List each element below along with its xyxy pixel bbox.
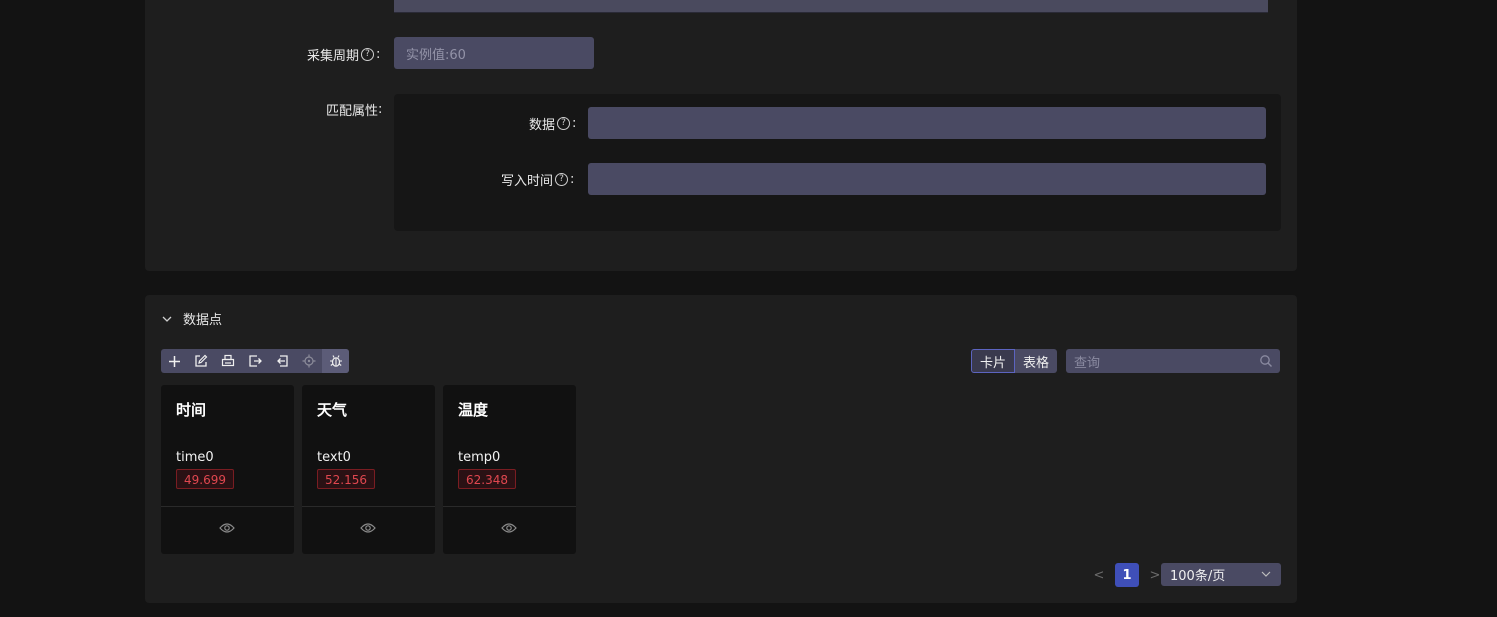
search-input[interactable]: 查询 — [1066, 349, 1280, 373]
card-field: temp0 — [458, 450, 501, 465]
collect-period-placeholder: 实例值:60 — [406, 47, 466, 63]
page-size-value: 100条/页 — [1170, 569, 1226, 584]
chevron-down-icon — [1261, 571, 1271, 577]
table-view-button[interactable]: 表格 — [1015, 349, 1057, 373]
card-title: 天气 — [317, 401, 348, 419]
write-time-input[interactable] — [588, 163, 1266, 195]
data-input[interactable] — [588, 107, 1266, 139]
next-page-button[interactable]: > — [1149, 568, 1161, 583]
collect-period-label: 采集周期 ? : — [307, 47, 381, 64]
datapoint-card[interactable]: 温度 temp0 62.348 — [443, 385, 576, 554]
card-value: 52.156 — [317, 469, 375, 489]
write-time-label: 写入时间 ? : — [501, 172, 575, 189]
section-title: 数据点 — [183, 313, 223, 328]
card-field: time0 — [176, 450, 214, 465]
help-icon[interactable]: ? — [557, 117, 571, 130]
locate-icon[interactable] — [295, 349, 322, 373]
search-icon[interactable] — [1259, 354, 1273, 368]
datapoint-toolbar — [161, 349, 350, 373]
eye-icon[interactable] — [219, 522, 235, 534]
card-divider — [161, 506, 294, 507]
datapoint-card[interactable]: 天气 text0 52.156 — [302, 385, 435, 554]
match-attr-label: 匹配属性 : — [326, 102, 383, 119]
plus-icon[interactable] — [161, 349, 188, 373]
export-icon[interactable] — [242, 349, 269, 373]
help-icon[interactable]: ? — [555, 173, 569, 186]
section-header[interactable]: 数据点 — [161, 309, 222, 328]
import-icon[interactable] — [268, 349, 295, 373]
datapoint-card[interactable]: 时间 time0 49.699 — [161, 385, 294, 554]
card-title: 温度 — [458, 401, 489, 419]
eye-icon[interactable] — [360, 522, 376, 534]
pagination: < 1 > — [1093, 563, 1161, 587]
card-value: 49.699 — [176, 469, 234, 489]
search-placeholder: 查询 — [1074, 355, 1101, 371]
view-toggle: 卡片 表格 — [971, 349, 1058, 373]
data-label: 数据 ? : — [529, 116, 577, 133]
card-value: 62.348 — [458, 469, 516, 489]
card-divider — [443, 506, 576, 507]
page-size-select[interactable]: 100条/页 — [1161, 563, 1281, 586]
bug-icon[interactable] — [322, 349, 350, 373]
eye-icon[interactable] — [501, 522, 517, 534]
card-field: text0 — [317, 450, 351, 465]
prev-page-button[interactable]: < — [1093, 568, 1105, 583]
match-attr-box: 数据 ? : 写入时间 ? : — [394, 94, 1281, 231]
help-icon[interactable]: ? — [361, 48, 375, 61]
page-number-button[interactable]: 1 — [1115, 563, 1139, 587]
card-divider — [302, 506, 435, 507]
datapoints-panel: 数据点 卡片 表格 查询 时间 time0 49.699 天气 text0 52… — [145, 295, 1297, 603]
collect-period-input[interactable]: 实例值:60 — [394, 37, 594, 69]
chevron-down-icon[interactable] — [161, 313, 173, 325]
config-panel: 采集周期 ? : 实例值:60 匹配属性 : 数据 ? : 写入时间 ? : — [145, 0, 1297, 271]
card-title: 时间 — [176, 401, 207, 419]
edit-icon[interactable] — [188, 349, 215, 373]
card-view-button[interactable]: 卡片 — [971, 349, 1016, 373]
printer-icon[interactable] — [215, 349, 242, 373]
previous-field-input[interactable] — [394, 0, 1268, 13]
